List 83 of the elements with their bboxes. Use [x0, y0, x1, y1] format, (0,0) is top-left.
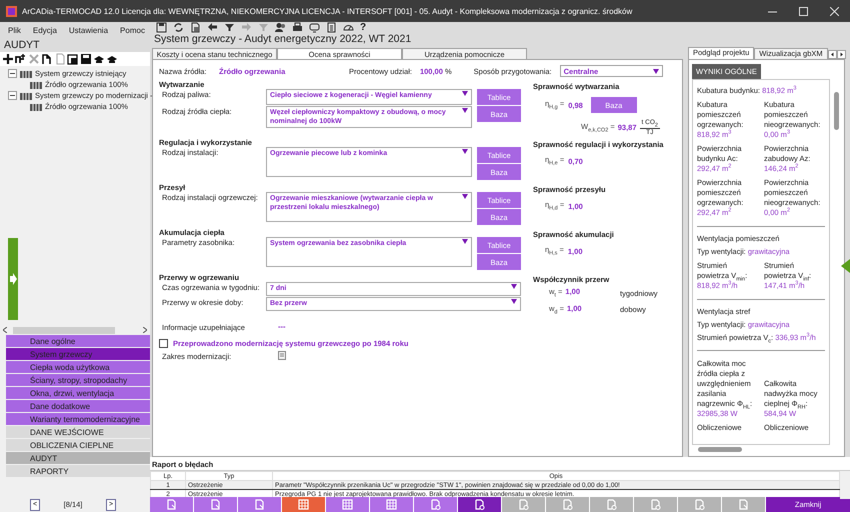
help-button[interactable]: ? [360, 22, 366, 33]
gauge-icon[interactable] [343, 22, 354, 33]
scroll-right-icon[interactable] [143, 327, 147, 333]
toolbar-button[interactable] [326, 497, 370, 512]
nav-item[interactable]: Dane dodatkowe [6, 400, 150, 412]
clipboard-icon[interactable] [326, 22, 337, 33]
hats-icon[interactable] [93, 53, 105, 65]
nav-item[interactable]: DANE WEJŚCIOWE [6, 426, 150, 438]
scroll-left-icon[interactable] [3, 327, 7, 333]
page-icon [738, 499, 749, 510]
toolbar-button[interactable] [458, 497, 502, 512]
hats-icon[interactable] [106, 53, 118, 65]
nav-item[interactable]: Dane ogólne [6, 335, 150, 347]
side-panel-handle[interactable] [8, 238, 18, 320]
nav-item[interactable]: RAPORTY [6, 465, 150, 477]
expander-icon[interactable] [8, 91, 17, 100]
page-icon [166, 499, 177, 510]
save-icon[interactable] [156, 22, 167, 33]
document-cycle-icon [562, 499, 573, 510]
toolbar-button[interactable] [282, 497, 326, 512]
caret-icon [462, 91, 468, 96]
scrollbar[interactable] [0, 325, 150, 335]
window-title: ArCADia-TERMOCAD 12.0 Licencja dla: WEWNĘTRZNA, NIEKOMERCYJNA LICENCJA - INTERSOFT [001] - 05. Audyt - Kompleksowa modernizacja z ogranicz. środków [22, 6, 634, 16]
users-icon[interactable] [275, 22, 286, 33]
table-icon [386, 499, 397, 510]
menu-item[interactable]: Edycja [32, 26, 57, 34]
radiator-icon [30, 80, 42, 88]
panel-title: AUDYT [3, 38, 41, 52]
paste-icon[interactable] [67, 53, 79, 65]
toolbar-button[interactable] [194, 497, 238, 512]
nav-item[interactable]: Ciepła woda użytkowa [6, 361, 150, 373]
nav-item[interactable]: Okna, drzwi, wentylacja [6, 387, 150, 399]
maximize-icon[interactable] [799, 6, 808, 16]
document-cycle-icon [474, 499, 485, 510]
printer-icon[interactable] [292, 22, 303, 33]
caret-icon [511, 284, 517, 290]
add-icon[interactable] [2, 53, 14, 65]
toolbar-button[interactable] [414, 497, 458, 512]
save-icon[interactable] [80, 53, 92, 65]
caret-icon [652, 68, 659, 74]
caret-icon [462, 149, 468, 154]
monitor-icon[interactable] [309, 22, 320, 33]
toolbar-button[interactable] [238, 497, 282, 512]
page-icon [210, 499, 221, 510]
menu-item[interactable]: Plik [8, 26, 21, 34]
close-icon[interactable] [830, 6, 839, 16]
scroll-right-icon[interactable] [836, 50, 846, 59]
edit-icon[interactable] [278, 351, 286, 360]
document-cycle-icon [518, 499, 529, 510]
document-cycle-icon [650, 499, 661, 510]
caret-icon [511, 299, 517, 304]
radiator-icon [20, 70, 32, 78]
document-cycle-icon [606, 499, 617, 510]
scroll-left-icon[interactable] [828, 50, 837, 59]
table-icon [342, 499, 353, 510]
menu-item[interactable]: Pomoc [120, 26, 145, 34]
expander-icon[interactable] [8, 69, 17, 78]
document-cycle-icon [430, 499, 441, 510]
nav-item[interactable]: Warianty termomodernizacyjne [6, 413, 150, 425]
nav-item[interactable]: AUDYT [6, 452, 150, 464]
nav-item[interactable]: Ściany, stropy, stropodachy [6, 374, 150, 386]
radiator-icon [30, 102, 42, 110]
page-title: System grzewczy - Audyt energetyczny 2022, WT 2021 [153, 33, 412, 45]
table-icon [298, 499, 309, 510]
toolbar-button[interactable] [370, 497, 414, 512]
undo-icon[interactable] [207, 22, 218, 33]
app-icon [6, 6, 17, 16]
scrollbar[interactable] [840, 471, 850, 499]
caret-icon [462, 194, 468, 200]
page-icon [254, 499, 265, 510]
radiator-icon [20, 92, 32, 100]
checkbox[interactable] [159, 339, 168, 348]
side-panel-arrow-icon[interactable] [841, 259, 850, 273]
refresh-icon[interactable] [173, 22, 184, 33]
nav-item[interactable]: OBLICZENIA CIEPLNE [6, 439, 150, 451]
copy-icon[interactable] [41, 53, 53, 65]
add-branch-icon[interactable] [15, 53, 27, 65]
document-cycle-icon [694, 499, 705, 510]
menu-item[interactable]: Ustawienia [68, 26, 108, 34]
document-icon[interactable] [190, 22, 201, 33]
toolbar-button[interactable] [150, 497, 194, 512]
caret-icon [462, 239, 468, 244]
caret-icon [462, 108, 468, 113]
